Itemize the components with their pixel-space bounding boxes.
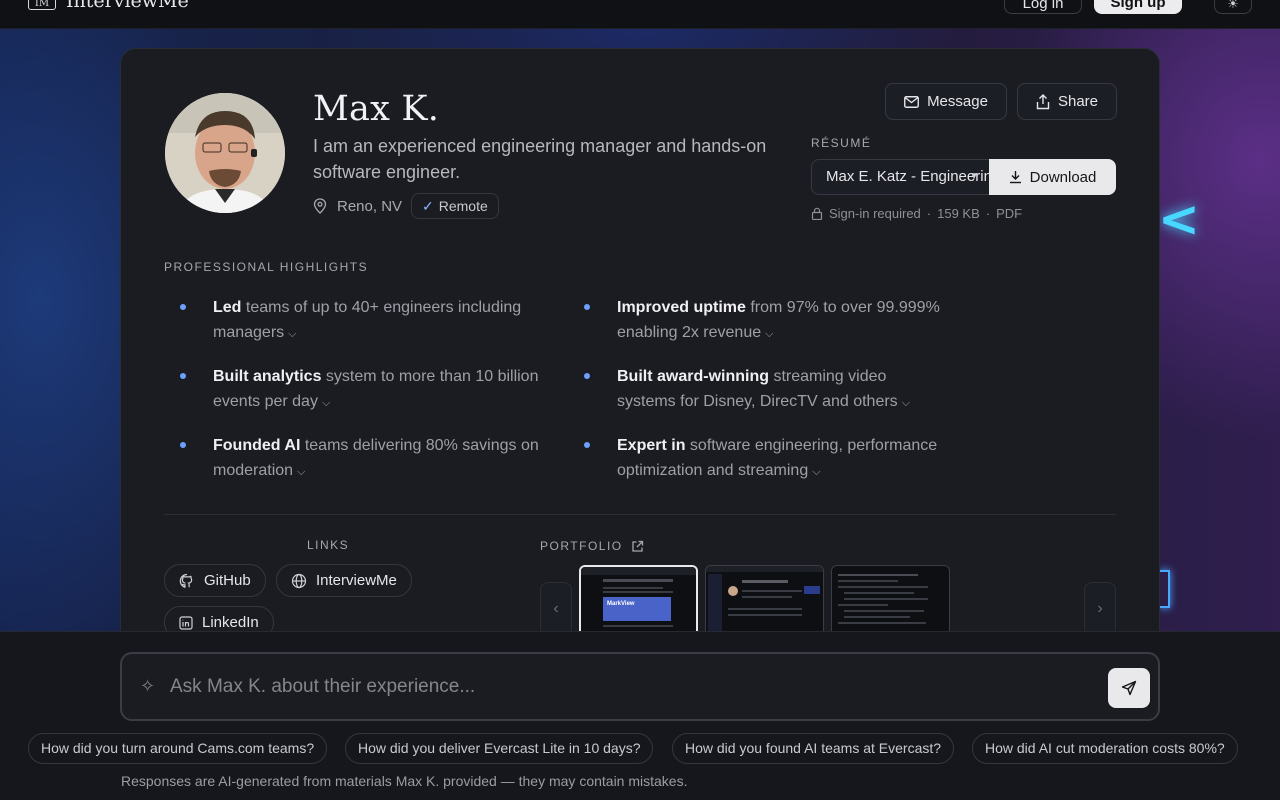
remote-badge: ✓ Remote <box>411 193 499 219</box>
message-button[interactable]: Message <box>885 83 1007 120</box>
highlight-item[interactable]: Expert in software engineering, performa… <box>584 433 977 485</box>
profile-bio: I am an experienced engineering manager … <box>313 136 767 182</box>
login-button[interactable]: Log in <box>1004 0 1082 14</box>
send-button[interactable] <box>1108 668 1150 708</box>
lock-icon <box>811 207 823 220</box>
share-label: Share <box>1057 93 1099 110</box>
download-icon <box>1009 171 1021 184</box>
link-label: GitHub <box>204 572 251 589</box>
avatar <box>165 93 285 213</box>
profile-card: Max K. I am an experienced engineering m… <box>120 48 1160 648</box>
link-label: LinkedIn <box>202 614 259 631</box>
avatar-photo-icon <box>165 93 285 213</box>
neon-frame-decoration <box>1160 570 1170 608</box>
highlight-text: teams of up to 40+ engineers including m… <box>213 299 522 341</box>
globe-icon <box>291 573 307 588</box>
highlight-bold: Built analytics <box>213 368 322 385</box>
chevron-left-icon: ‹ <box>553 600 559 617</box>
top-nav-bar: IM InterviewMe Log in Sign up ☀ <box>0 0 1280 29</box>
external-link-icon <box>631 540 643 552</box>
highlight-bold: Improved uptime <box>617 299 746 316</box>
portfolio-prev-button[interactable]: ‹ <box>540 582 572 636</box>
bullet-dot <box>180 373 186 379</box>
chevron-down-icon[interactable]: ⌵ <box>812 466 820 478</box>
logo-text[interactable]: InterviewMe <box>66 0 189 12</box>
highlight-bold: Built award-winning <box>617 368 769 385</box>
chevron-down-icon[interactable]: ⌵ <box>297 466 305 478</box>
portfolio-next-button[interactable]: › <box>1084 582 1116 636</box>
bullet-dot <box>584 442 590 448</box>
share-button[interactable]: Share <box>1017 83 1117 120</box>
suggestion-chip[interactable]: How did you turn around Cams.com teams? <box>28 733 328 764</box>
bullet-dot <box>584 373 590 379</box>
ask-panel: ✧ How did you turn around Cams.com teams… <box>0 631 1280 800</box>
section-divider <box>164 514 1116 515</box>
links-title: LINKS <box>307 538 350 552</box>
chevron-down-icon[interactable]: ⌵ <box>288 328 296 340</box>
highlight-item[interactable]: Built award-winning streaming video syst… <box>584 364 947 416</box>
github-icon <box>179 573 193 588</box>
sparkle-icon: ✧ <box>140 676 156 696</box>
signup-button[interactable]: Sign up <box>1094 0 1182 14</box>
resume-meta: Sign-in required · 159 KB · PDF <box>811 206 1022 221</box>
link-github[interactable]: GitHub <box>164 564 266 597</box>
chevron-down-icon[interactable]: ⌵ <box>765 328 773 340</box>
bullet-dot <box>584 304 590 310</box>
bullet-dot <box>180 304 186 310</box>
neon-sign-decoration: < <box>1158 190 1200 248</box>
portfolio-title[interactable]: PORTFOLIO <box>540 539 644 553</box>
bullet-dot <box>180 442 186 448</box>
highlights-title: PROFESSIONAL HIGHLIGHTS <box>164 260 369 274</box>
resume-label: RÉSUMÉ <box>811 136 872 150</box>
linkedin-icon <box>179 615 193 630</box>
highlight-bold: Founded AI <box>213 437 301 454</box>
theme-toggle-button[interactable]: ☀ <box>1214 0 1252 14</box>
location-pin-icon <box>313 198 327 214</box>
chevron-down-icon[interactable]: ⌵ <box>322 397 330 409</box>
profile-location: Reno, NV <box>337 198 403 215</box>
sun-icon: ☀ <box>1227 0 1239 11</box>
check-icon: ✓ <box>422 198 434 214</box>
message-label: Message <box>927 93 988 110</box>
resume-select[interactable]: Max E. Katz - Engineering Manager ▼ <box>811 159 989 195</box>
signin-note: Sign-in required <box>829 206 921 221</box>
highlight-item[interactable]: Improved uptime from 97% to over 99.999%… <box>584 295 977 347</box>
ai-disclaimer: Responses are AI-generated from material… <box>121 773 688 789</box>
ask-input[interactable] <box>170 674 1050 700</box>
resume-select-value: Max E. Katz - Engineering Manager <box>826 168 989 185</box>
send-icon <box>1121 680 1137 696</box>
highlight-item[interactable]: Led teams of up to 40+ engineers includi… <box>180 295 563 347</box>
link-interviewme[interactable]: InterviewMe <box>276 564 412 597</box>
caret-down-icon: ▼ <box>969 171 979 182</box>
link-label: InterviewMe <box>316 572 397 589</box>
suggestion-chip[interactable]: How did AI cut moderation costs 80%? <box>972 733 1238 764</box>
chevron-right-icon: › <box>1097 600 1103 617</box>
chevron-down-icon[interactable]: ⌵ <box>902 397 910 409</box>
highlight-bold: Led <box>213 299 242 316</box>
suggestion-chip[interactable]: How did you found AI teams at Evercast? <box>672 733 955 764</box>
portfolio-title-text: PORTFOLIO <box>540 539 623 553</box>
share-icon <box>1036 93 1050 109</box>
highlight-item[interactable]: Founded AI teams delivering 80% savings … <box>180 433 553 485</box>
resume-format: PDF <box>996 206 1023 221</box>
suggestion-chip[interactable]: How did you deliver Evercast Lite in 10 … <box>345 733 654 764</box>
profile-name: Max K. <box>313 89 440 129</box>
highlight-item[interactable]: Built analytics system to more than 10 b… <box>180 364 573 416</box>
thumbnail-label: MarkView <box>603 597 671 621</box>
mail-icon <box>904 95 920 108</box>
download-label: Download <box>1029 168 1097 186</box>
resume-size: 159 KB <box>937 206 980 221</box>
download-button[interactable]: Download <box>989 159 1116 195</box>
ask-box: ✧ <box>120 652 1160 721</box>
logo-mark[interactable]: IM <box>28 0 56 10</box>
highlight-bold: Expert in <box>617 437 686 454</box>
remote-label: Remote <box>438 198 488 214</box>
